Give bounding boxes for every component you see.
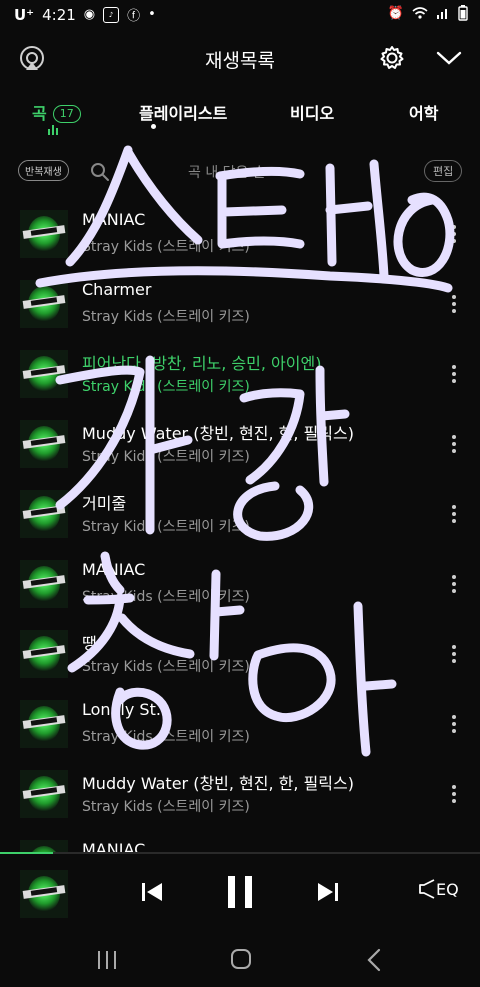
app-notification-icon: ♪ [103, 6, 120, 23]
more-options-icon[interactable] [446, 222, 462, 246]
status-time: 4:21 [42, 5, 76, 24]
song-artist: Stray Kids (스트레이 키즈) [82, 449, 250, 465]
recent-apps-icon[interactable] [96, 950, 118, 970]
more-options-icon[interactable] [446, 782, 462, 806]
album-art [20, 840, 68, 852]
song-title: MANIAC [82, 840, 146, 852]
album-art [20, 210, 68, 258]
song-row[interactable]: MANIAC [0, 830, 480, 852]
song-title: 피어난다 (방찬, 리노, 승민, 아이엔) [82, 354, 322, 373]
now-playing-album-art[interactable] [20, 870, 68, 918]
tab-bar: 곡 17 플레이리스트 비디오 어학 [0, 90, 480, 140]
more-options-icon[interactable] [446, 362, 462, 386]
song-artist: Stray Kids (스트레이 키즈) [82, 659, 250, 675]
song-row[interactable]: MANIAC Stray Kids (스트레이 키즈) [0, 200, 480, 270]
circle-icon: ◉ [83, 7, 96, 22]
more-options-icon[interactable] [446, 432, 462, 456]
song-row[interactable]: Lonely St. Stray Kids (스트레이 키즈) [0, 690, 480, 760]
song-title: MANIAC [82, 560, 146, 579]
page-title: 재생목록 [205, 50, 275, 72]
battery-icon [458, 5, 468, 21]
album-art [20, 280, 68, 328]
song-artist: Stray Kids (스트레이 키즈) [82, 379, 250, 395]
more-options-icon[interactable] [446, 642, 462, 666]
song-row[interactable]: Muddy Water (창빈, 현진, 한, 필릭스) Stray Kids (… [0, 760, 480, 830]
home-icon[interactable] [230, 948, 252, 970]
album-art [20, 770, 68, 818]
song-count-badge: 17 [52, 105, 81, 123]
more-options-icon[interactable] [446, 712, 462, 736]
song-row[interactable]: Muddy Water (창빈, 현진, 한, 필릭스) Stray Kids (… [0, 410, 480, 480]
more-options-icon[interactable] [446, 292, 462, 316]
repeat-button[interactable]: 반복재생 [18, 160, 69, 181]
song-title: Lonely St. [82, 700, 161, 719]
song-title: Charmer [82, 280, 152, 299]
tab-songs-label: 곡 [32, 104, 47, 123]
album-art [20, 700, 68, 748]
previous-icon[interactable] [140, 880, 164, 904]
signal-icon [437, 9, 447, 19]
tab-language[interactable]: 어학 [409, 100, 438, 124]
song-row[interactable]: 거미줄 Stray Kids (스트레이 키즈) [0, 480, 480, 550]
song-title: 거미줄 [82, 494, 127, 513]
song-list: MANIAC Stray Kids (스트레이 키즈) Charmer Stray K… [0, 200, 480, 852]
tab-songs[interactable]: 곡 17 [32, 100, 81, 124]
header: 재생목록 [0, 30, 480, 90]
song-row[interactable]: Charmer Stray Kids (스트레이 키즈) [0, 270, 480, 340]
sort-label[interactable]: 곡 내 담은 순 [188, 162, 266, 182]
carrier-label: U⁺ [14, 5, 35, 24]
album-art [20, 420, 68, 468]
back-icon[interactable] [366, 948, 382, 972]
song-row[interactable]: 땡 Stray Kids (스트레이 키즈) [0, 620, 480, 690]
pause-icon[interactable] [224, 874, 256, 910]
album-art [20, 560, 68, 608]
status-bar: U⁺ 4:21 ◉ ♪ ⓕ • ⏰ [0, 0, 480, 30]
song-artist: Stray Kids (스트레이 키즈) [82, 589, 250, 605]
song-artist: Stray Kids (스트레이 키즈) [82, 799, 250, 815]
gear-icon[interactable] [378, 44, 406, 72]
song-row[interactable]: 피어난다 (방찬, 리노, 승민, 아이엔) Stray Kids (스트레이 키… [0, 340, 480, 410]
speaker-icon [419, 879, 435, 899]
song-title: 땡 [82, 634, 97, 653]
facebook-icon: ⓕ [127, 9, 141, 24]
next-icon[interactable] [316, 880, 340, 904]
song-artist: Stray Kids (스트레이 키즈) [82, 239, 250, 255]
album-art [20, 350, 68, 398]
song-title: Muddy Water (창빈, 현진, 한, 필릭스) [82, 774, 354, 793]
dot-icon: • [148, 7, 156, 22]
eq-label: EQ [436, 880, 459, 899]
album-art [20, 630, 68, 678]
song-title: Muddy Water (창빈, 현진, 한, 필릭스) [82, 424, 354, 443]
equalizer-icon [48, 125, 62, 135]
song-artist: Stray Kids (스트레이 키즈) [82, 729, 250, 745]
alarm-icon: ⏰ [387, 5, 404, 21]
list-controls: 반복재생 곡 내 담은 순 편집 [0, 152, 480, 192]
eq-button[interactable]: EQ [418, 878, 459, 900]
more-options-icon[interactable] [446, 572, 462, 596]
wifi-icon [412, 7, 428, 19]
song-title: MANIAC [82, 210, 146, 229]
search-icon[interactable] [90, 162, 110, 182]
tab-video[interactable]: 비디오 [290, 100, 334, 124]
tab-playlist[interactable]: 플레이리스트 [139, 100, 227, 124]
system-nav-bar [0, 930, 480, 987]
mini-player: EQ [0, 854, 480, 930]
more-options-icon[interactable] [446, 502, 462, 526]
edit-button[interactable]: 편집 [424, 160, 463, 182]
chevron-down-icon[interactable] [436, 48, 462, 68]
album-art [20, 490, 68, 538]
song-artist: Stray Kids (스트레이 키즈) [82, 519, 250, 535]
song-row[interactable]: MANIAC Stray Kids (스트레이 키즈) [0, 550, 480, 620]
song-artist: Stray Kids (스트레이 키즈) [82, 309, 250, 325]
tab-indicator-dot [151, 124, 156, 129]
